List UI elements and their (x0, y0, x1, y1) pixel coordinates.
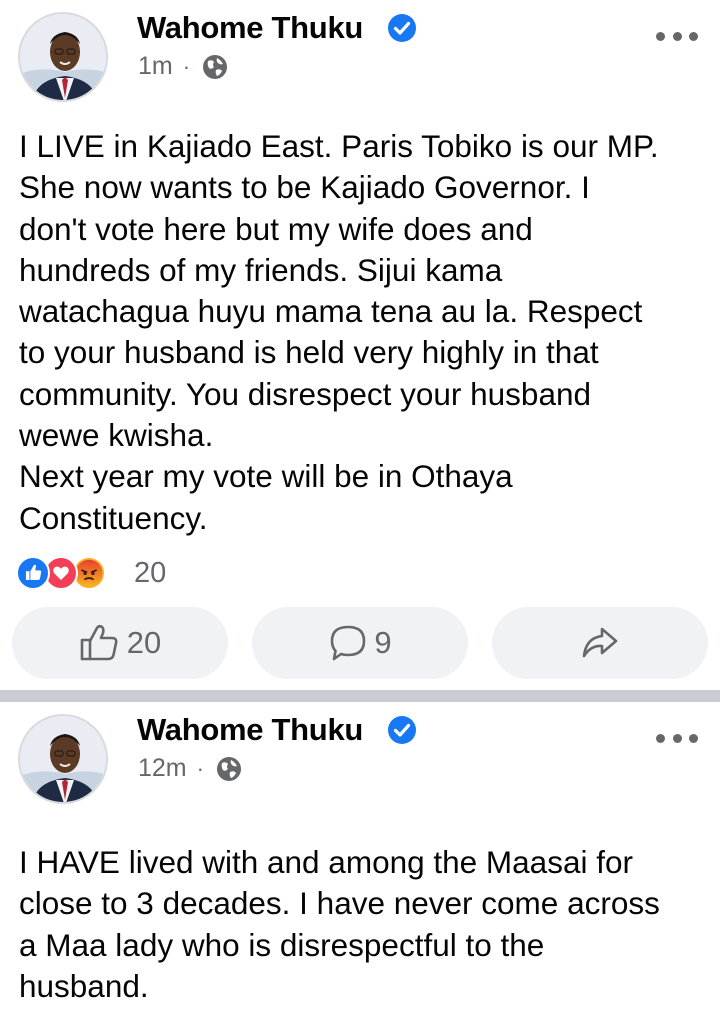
post-timestamp[interactable]: 12m (138, 754, 187, 783)
post-text-line: hundreds of my friends. Sijui kama (19, 251, 503, 288)
post-actions: 20 9 (12, 607, 708, 679)
author-avatar[interactable] (18, 12, 108, 102)
like-icon (16, 556, 50, 590)
author-avatar[interactable] (18, 714, 108, 804)
post-body: I HAVE lived with and among the Maasai f… (19, 842, 709, 1007)
meta-separator: · (182, 53, 191, 79)
post-text-line: don't vote here but my wife does and (19, 210, 533, 247)
like-count: 20 (126, 625, 162, 660)
post-text-line: I LIVE in Kajiado East. Paris Tobiko is … (19, 128, 659, 164)
avatar-portrait-icon (20, 14, 106, 100)
share-icon (582, 627, 618, 658)
post-text-line: close to 3 decades. I have never come ac… (19, 885, 660, 922)
post-text-line: community. You disrespect your husband (19, 375, 591, 412)
verified-badge-icon (388, 14, 416, 42)
post-divider (0, 690, 720, 702)
thumbs-up-icon (80, 624, 118, 661)
post-body: I LIVE in Kajiado East. Paris Tobiko is … (19, 126, 709, 539)
more-options-icon[interactable] (656, 730, 698, 746)
verified-badge-icon (388, 716, 416, 744)
comment-icon (331, 625, 366, 661)
post-text-line: watachagua huyu mama tena au la. Respect (19, 293, 643, 330)
post-meta: 12m · (138, 754, 242, 783)
author-name[interactable]: Wahome Thuku (137, 712, 363, 748)
share-button[interactable] (492, 607, 708, 679)
post-timestamp[interactable]: 1m (138, 52, 173, 81)
globe-icon (203, 54, 228, 79)
meta-separator: · (196, 755, 204, 781)
more-options-icon[interactable] (656, 28, 698, 44)
reaction-icons (16, 555, 136, 591)
post-text-line: wewe kwisha. (19, 417, 214, 454)
author-name[interactable]: Wahome Thuku (137, 10, 363, 46)
post-card: Wahome Thuku 1m · I LIVE in Kajiado East… (0, 0, 720, 690)
post-text-line: Next year my vote will be in Othaya (19, 458, 513, 495)
post-text-line: to your husband is held very highly in t… (19, 334, 599, 371)
comment-button[interactable]: 9 (252, 607, 468, 679)
like-button[interactable]: 20 (12, 607, 228, 679)
comment-count: 9 (374, 625, 392, 660)
reaction-count[interactable]: 20 (134, 555, 166, 591)
post-header: Wahome Thuku 1m · (0, 0, 720, 110)
reactions-summary[interactable]: 20 (16, 555, 166, 591)
avatar-portrait-icon (20, 716, 106, 802)
post-meta: 1m · (138, 52, 228, 81)
post-header: Wahome Thuku 12m · (0, 702, 720, 812)
post-text-line: a Maa lady who is disrespectful to the (19, 926, 545, 963)
globe-icon (216, 756, 241, 781)
post-card: Wahome Thuku 12m · I HAVE lived with and… (0, 702, 720, 1014)
post-text-line: She now wants to be Kajiado Governor. I (19, 169, 590, 206)
post-text-line: I HAVE lived with and among the Maasai f… (19, 844, 633, 880)
post-text-line: Constituency. (19, 499, 208, 536)
post-text-line: husband. (19, 967, 149, 1004)
